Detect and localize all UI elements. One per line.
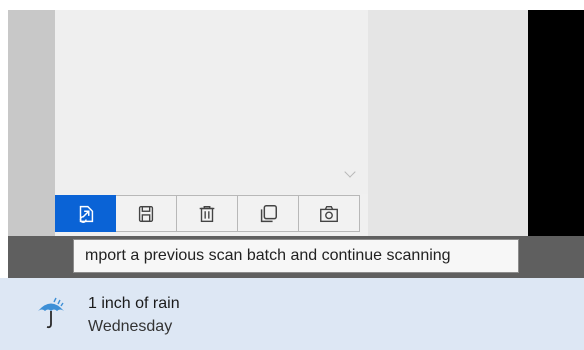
- umbrella-rain-icon: [38, 297, 64, 329]
- capture-button[interactable]: [299, 195, 360, 232]
- weather-notification[interactable]: 1 inch of rain Wednesday: [0, 278, 584, 350]
- save-icon: [138, 205, 154, 222]
- import-icon: [79, 205, 93, 223]
- dark-band-edge: [0, 236, 8, 278]
- weather-title: 1 inch of rain: [88, 295, 180, 312]
- scan-toolbar: [55, 194, 368, 236]
- weather-day: Wednesday: [88, 318, 173, 335]
- left-sidebar: [8, 10, 55, 236]
- top-strip: [0, 0, 584, 10]
- copy-icon: [260, 204, 277, 222]
- scan-preview-panel: [55, 10, 368, 194]
- trash-icon: [199, 205, 215, 222]
- camera-icon: [320, 205, 338, 222]
- import-button[interactable]: [55, 195, 116, 232]
- tooltip: mport a previous scan batch and continue…: [73, 239, 519, 273]
- black-pane: [528, 10, 584, 236]
- delete-button[interactable]: [177, 195, 238, 232]
- right-pane: [368, 10, 528, 236]
- save-button[interactable]: [116, 195, 177, 232]
- left-edge: [0, 10, 8, 236]
- copy-button[interactable]: [238, 195, 299, 232]
